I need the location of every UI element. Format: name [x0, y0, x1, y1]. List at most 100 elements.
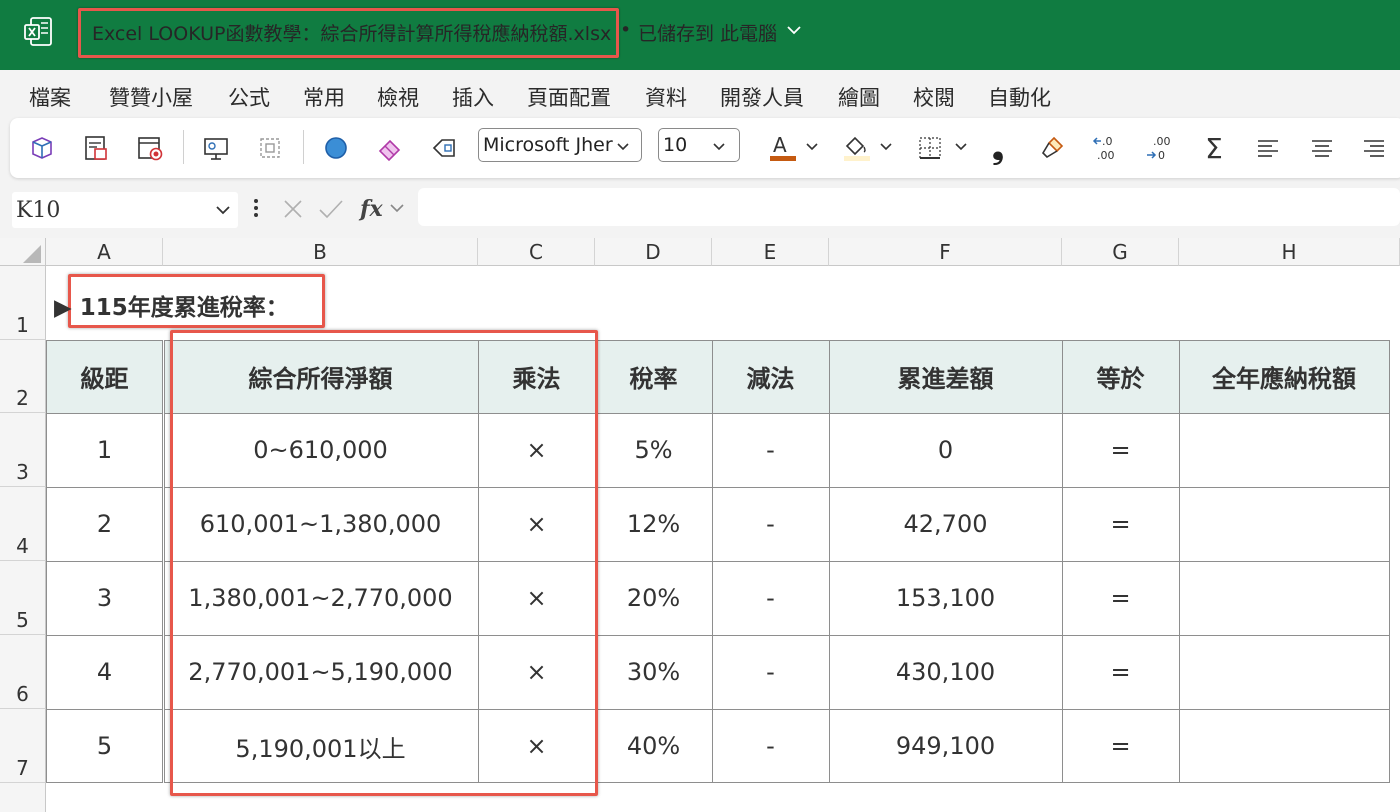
enter-check-icon[interactable]	[318, 198, 344, 220]
record-macro-icon[interactable]	[130, 128, 170, 168]
sheet-heading[interactable]: ▶ 115年度累進稅率：	[54, 288, 289, 322]
insert-function-button[interactable]: fx	[360, 196, 383, 222]
menu-review[interactable]: 校閱	[913, 82, 955, 112]
table-cell[interactable]: 1	[46, 413, 163, 487]
table-cell[interactable]	[1179, 561, 1389, 635]
column-header-g[interactable]: G	[1062, 238, 1179, 266]
align-center-icon[interactable]	[1302, 128, 1342, 168]
paintbrush-icon[interactable]	[1032, 128, 1072, 168]
table-cell[interactable]: 4	[46, 635, 163, 709]
table-cell[interactable]: 12%	[595, 487, 712, 561]
table-cell[interactable]: 153,100	[829, 561, 1062, 635]
column-header-f[interactable]: F	[829, 238, 1062, 266]
table-cell[interactable]: -	[712, 413, 829, 487]
menu-custom[interactable]: 贊贊小屋	[109, 82, 193, 112]
row-header-2[interactable]: 2	[0, 340, 46, 413]
row-header-8[interactable]	[0, 783, 46, 812]
header-cell-bracket[interactable]: 級距	[46, 340, 163, 413]
row-header-5[interactable]: 5	[0, 561, 46, 635]
chevron-down-icon[interactable]	[955, 143, 967, 151]
menu-file[interactable]: 檔案	[29, 82, 71, 112]
menu-home[interactable]: 常用	[303, 82, 345, 112]
table-cell[interactable]	[1179, 413, 1389, 487]
menu-draw[interactable]: 繪圖	[838, 82, 880, 112]
font-color-icon[interactable]: A	[762, 128, 802, 168]
table-cell[interactable]: =	[1062, 561, 1179, 635]
table-cell[interactable]: =	[1062, 709, 1179, 783]
circle-shape-icon[interactable]	[316, 128, 356, 168]
chevron-down-icon[interactable]	[216, 205, 230, 215]
row-header-6[interactable]: 6	[0, 635, 46, 709]
select-objects-icon[interactable]	[250, 128, 290, 168]
header-cell-annual-tax[interactable]: 全年應納稅額	[1179, 340, 1389, 413]
table-cell[interactable]	[1179, 487, 1389, 561]
borders-icon[interactable]	[910, 128, 950, 168]
more-options-icon[interactable]	[252, 197, 260, 219]
table-cell[interactable]: 2	[46, 487, 163, 561]
menu-view[interactable]: 檢視	[377, 82, 419, 112]
chevron-down-icon[interactable]	[390, 203, 404, 213]
chevron-down-icon[interactable]	[880, 143, 892, 151]
column-header-h[interactable]: H	[1179, 238, 1400, 266]
table-cell[interactable]: 42,700	[829, 487, 1062, 561]
menu-developer[interactable]: 開發人員	[720, 82, 804, 112]
column-header-a[interactable]: A	[46, 238, 163, 266]
align-right-icon[interactable]	[1354, 128, 1394, 168]
table-cell[interactable]: -	[712, 561, 829, 635]
save-status[interactable]: 已儲存到 此電腦	[638, 19, 777, 46]
table-cell[interactable]: =	[1062, 413, 1179, 487]
column-header-c[interactable]: C	[478, 238, 595, 266]
table-cell[interactable]: 40%	[595, 709, 712, 783]
cancel-icon[interactable]	[282, 198, 304, 220]
eraser-icon[interactable]	[370, 128, 410, 168]
align-left-icon[interactable]	[1248, 128, 1288, 168]
excel-app-icon[interactable]	[24, 17, 52, 47]
menu-automate[interactable]: 自動化	[988, 82, 1051, 112]
row-header-4[interactable]: 4	[0, 487, 46, 561]
chevron-down-icon[interactable]	[806, 143, 818, 151]
document-format-icon[interactable]	[76, 128, 116, 168]
table-cell[interactable]	[1179, 709, 1389, 783]
increase-decimal-icon[interactable]: .0.00	[1086, 128, 1126, 168]
cube-icon[interactable]	[22, 128, 62, 168]
table-cell[interactable]: 3	[46, 561, 163, 635]
row-header-7[interactable]: 7	[0, 709, 46, 783]
chevron-down-icon[interactable]	[786, 24, 802, 36]
menu-data[interactable]: 資料	[645, 82, 687, 112]
table-cell[interactable]: =	[1062, 487, 1179, 561]
menu-formulas[interactable]: 公式	[228, 82, 270, 112]
table-cell[interactable]: -	[712, 487, 829, 561]
format-painter-tag-icon[interactable]	[424, 128, 464, 168]
row-header-1[interactable]: 1	[0, 266, 46, 340]
table-cell[interactable]: 30%	[595, 635, 712, 709]
screenshot-icon[interactable]	[196, 128, 236, 168]
table-cell[interactable]: 0	[829, 413, 1062, 487]
document-title[interactable]: Excel LOOKUP函數教學：綜合所得計算所得稅應納稅額.xlsx	[92, 19, 611, 46]
table-cell[interactable]: -	[712, 709, 829, 783]
header-cell-progressive-difference[interactable]: 累進差額	[829, 340, 1062, 413]
font-size-dropdown[interactable]: 10	[658, 128, 740, 162]
column-header-d[interactable]: D	[595, 238, 712, 266]
header-cell-tax-rate[interactable]: 稅率	[595, 340, 712, 413]
table-cell[interactable]	[1179, 635, 1389, 709]
header-cell-subtract[interactable]: 減法	[712, 340, 829, 413]
table-cell[interactable]: -	[712, 635, 829, 709]
header-cell-equals[interactable]: 等於	[1062, 340, 1179, 413]
font-name-dropdown[interactable]: Microsoft Jher	[478, 128, 642, 162]
formula-input[interactable]	[418, 188, 1400, 226]
menu-insert[interactable]: 插入	[452, 82, 494, 112]
select-all-corner[interactable]	[0, 238, 46, 266]
fill-color-icon[interactable]	[836, 128, 876, 168]
table-cell[interactable]: 430,100	[829, 635, 1062, 709]
column-header-e[interactable]: E	[712, 238, 829, 266]
comma-style-icon[interactable]: ❟	[978, 128, 1018, 168]
table-cell[interactable]: 949,100	[829, 709, 1062, 783]
table-cell[interactable]: 5%	[595, 413, 712, 487]
row-header-3[interactable]: 3	[0, 413, 46, 487]
decrease-decimal-icon[interactable]: .00 0	[1140, 128, 1180, 168]
name-box[interactable]: K10	[12, 192, 238, 228]
table-cell[interactable]: 20%	[595, 561, 712, 635]
menu-page-layout[interactable]: 頁面配置	[527, 82, 611, 112]
autosum-icon[interactable]: Σ	[1194, 128, 1234, 168]
table-cell[interactable]: 5	[46, 709, 163, 783]
